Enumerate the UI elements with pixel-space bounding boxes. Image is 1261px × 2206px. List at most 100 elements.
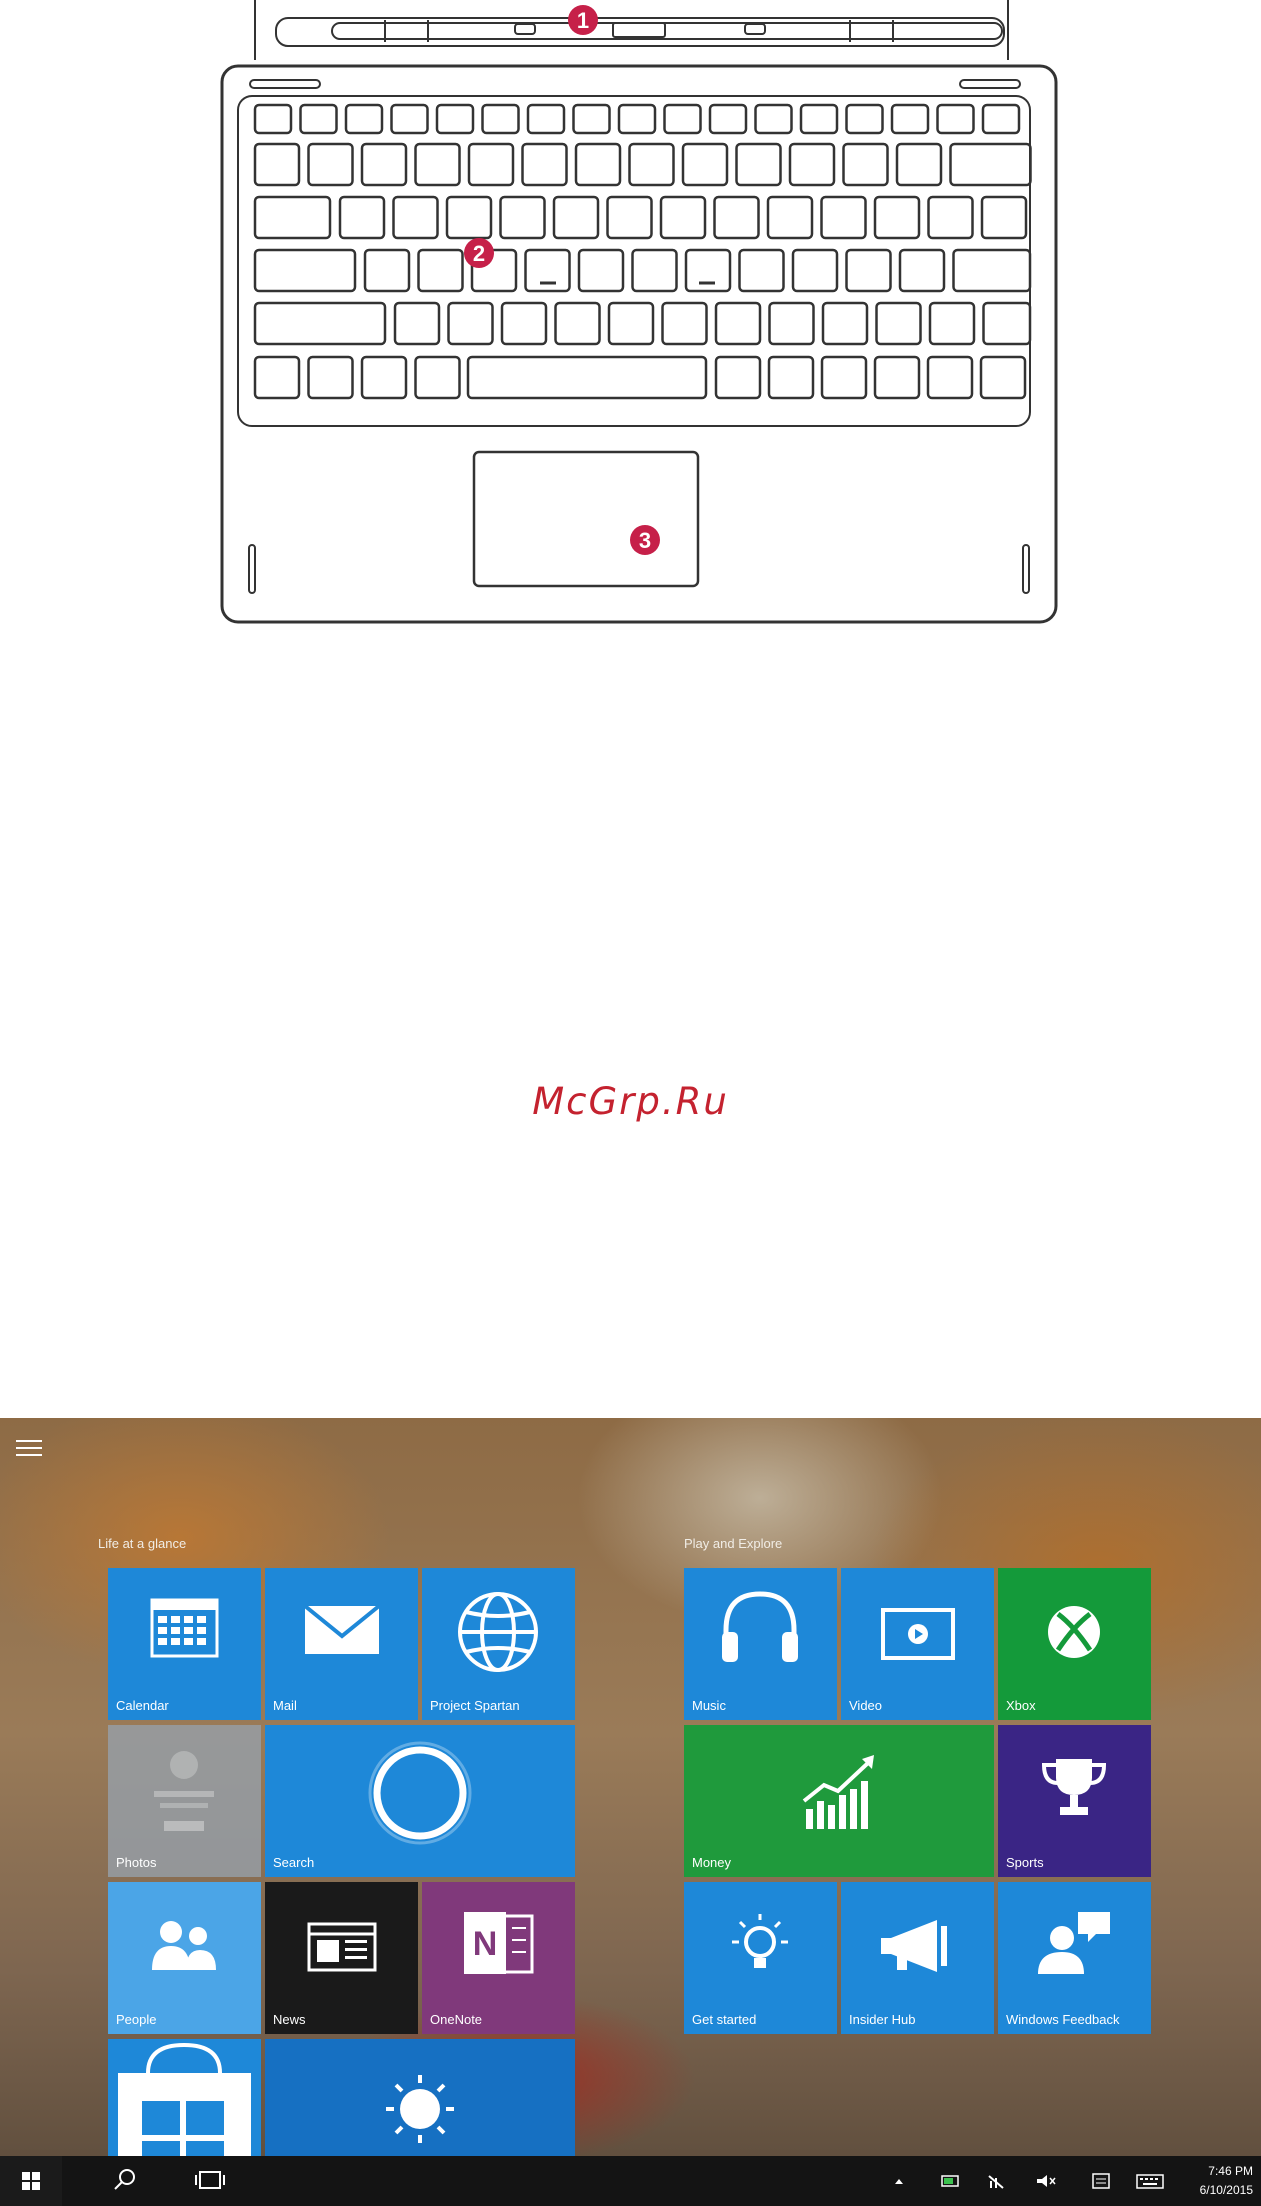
key xyxy=(253,142,301,187)
tile-xbox-label: Xbox xyxy=(1006,1698,1036,1713)
hamburger-menu-icon[interactable] xyxy=(16,1440,42,1456)
callout-3: 3 xyxy=(630,525,660,555)
key xyxy=(467,142,515,187)
key xyxy=(360,142,408,187)
tile-sports[interactable]: Sports xyxy=(998,1725,1151,1877)
key xyxy=(713,195,760,240)
tile-music-label: Music xyxy=(692,1698,726,1713)
tile-money[interactable]: Money xyxy=(684,1725,994,1877)
key xyxy=(574,142,622,187)
tile-get-started[interactable]: Get started xyxy=(684,1882,837,2034)
network-icon[interactable] xyxy=(985,2172,1007,2190)
watermark-text: McGrp.Ru xyxy=(532,1080,729,1123)
tile-project-spartan[interactable]: Project Spartan xyxy=(422,1568,575,1720)
key xyxy=(895,142,943,187)
clock-time: 7:46 PM xyxy=(1208,2164,1253,2178)
key xyxy=(768,301,815,346)
key xyxy=(980,195,1028,240)
tile-search[interactable]: Search xyxy=(265,1725,575,1877)
battery-icon[interactable] xyxy=(940,2172,962,2190)
key xyxy=(299,103,338,135)
key xyxy=(788,142,836,187)
tile-calendar[interactable]: Calendar xyxy=(108,1568,261,1720)
key xyxy=(253,355,301,400)
key xyxy=(820,355,868,400)
tile-video-label: Video xyxy=(849,1698,883,1713)
tile-insider-hub[interactable]: Insider Hub xyxy=(841,1882,994,2034)
key xyxy=(554,301,601,346)
key xyxy=(393,301,441,346)
key xyxy=(875,301,922,346)
key xyxy=(466,355,708,400)
key xyxy=(606,195,653,240)
tile-mail[interactable]: Mail xyxy=(265,1568,418,1720)
callout-2-label: 2 xyxy=(473,241,485,266)
key xyxy=(791,248,839,293)
tile-search-label: Search xyxy=(273,1855,315,1870)
key xyxy=(820,195,867,240)
tile-calendar-label: Calendar xyxy=(116,1698,169,1713)
keyboard-keys xyxy=(253,103,1032,400)
callout-2: 2 xyxy=(464,238,494,268)
key xyxy=(754,103,793,135)
search-icon xyxy=(114,2169,135,2190)
key xyxy=(890,103,930,135)
key xyxy=(253,301,387,346)
key xyxy=(526,103,566,135)
tile-windows-feedback[interactable]: Windows Feedback xyxy=(998,1882,1151,2034)
tile-photos[interactable]: Photos xyxy=(108,1725,261,1877)
taskbar-clock[interactable]: 7:46 PM 6/10/2015 xyxy=(1200,2162,1253,2200)
key xyxy=(338,195,386,240)
key xyxy=(253,103,293,135)
tile-money-label: Money xyxy=(692,1855,732,1870)
tile-people[interactable]: People xyxy=(108,1882,261,2034)
tray-chevron-up-icon[interactable] xyxy=(893,2172,905,2190)
key xyxy=(714,355,762,400)
action-center-icon[interactable] xyxy=(1090,2172,1112,2190)
tile-music[interactable]: Music xyxy=(684,1568,837,1720)
key xyxy=(414,142,461,187)
key xyxy=(344,103,384,135)
key xyxy=(659,195,707,240)
tile-news[interactable]: News xyxy=(265,1882,418,2034)
key xyxy=(898,248,946,293)
key xyxy=(873,195,921,240)
key xyxy=(842,142,889,187)
key xyxy=(982,301,1032,346)
key xyxy=(447,301,494,346)
touch-keyboard-icon[interactable] xyxy=(1135,2172,1165,2190)
key xyxy=(572,103,611,135)
svg-text:N: N xyxy=(473,1925,498,1963)
group-label-life: Life at a glance xyxy=(98,1536,187,1551)
key xyxy=(363,248,411,293)
task-view-button[interactable] xyxy=(190,2156,230,2206)
key xyxy=(631,248,678,293)
key xyxy=(435,103,475,135)
key xyxy=(681,142,729,187)
key xyxy=(307,142,354,187)
start-button[interactable] xyxy=(0,2156,62,2206)
tile-windows-feedback-label: Windows Feedback xyxy=(1006,2012,1120,2027)
key xyxy=(499,195,546,240)
key xyxy=(926,355,974,400)
callout-1: 1 xyxy=(568,5,598,35)
key xyxy=(735,142,782,187)
key xyxy=(949,142,1032,187)
tile-video[interactable]: Video xyxy=(841,1568,994,1720)
tile-onenote[interactable]: N OneNote xyxy=(422,1882,575,2034)
tile-get-started-label: Get started xyxy=(692,2012,757,2027)
search-button[interactable] xyxy=(104,2156,144,2206)
key xyxy=(714,301,762,346)
tile-xbox[interactable]: Xbox xyxy=(998,1568,1151,1720)
group-label-play: Play and Explore xyxy=(684,1536,783,1551)
key xyxy=(481,103,520,135)
volume-icon[interactable] xyxy=(1035,2172,1057,2190)
hinge-connector xyxy=(254,0,1009,60)
key xyxy=(414,355,461,400)
key xyxy=(663,103,702,135)
key xyxy=(845,248,892,293)
key xyxy=(927,195,974,240)
key xyxy=(521,142,568,187)
key xyxy=(524,248,571,293)
key xyxy=(981,103,1021,135)
